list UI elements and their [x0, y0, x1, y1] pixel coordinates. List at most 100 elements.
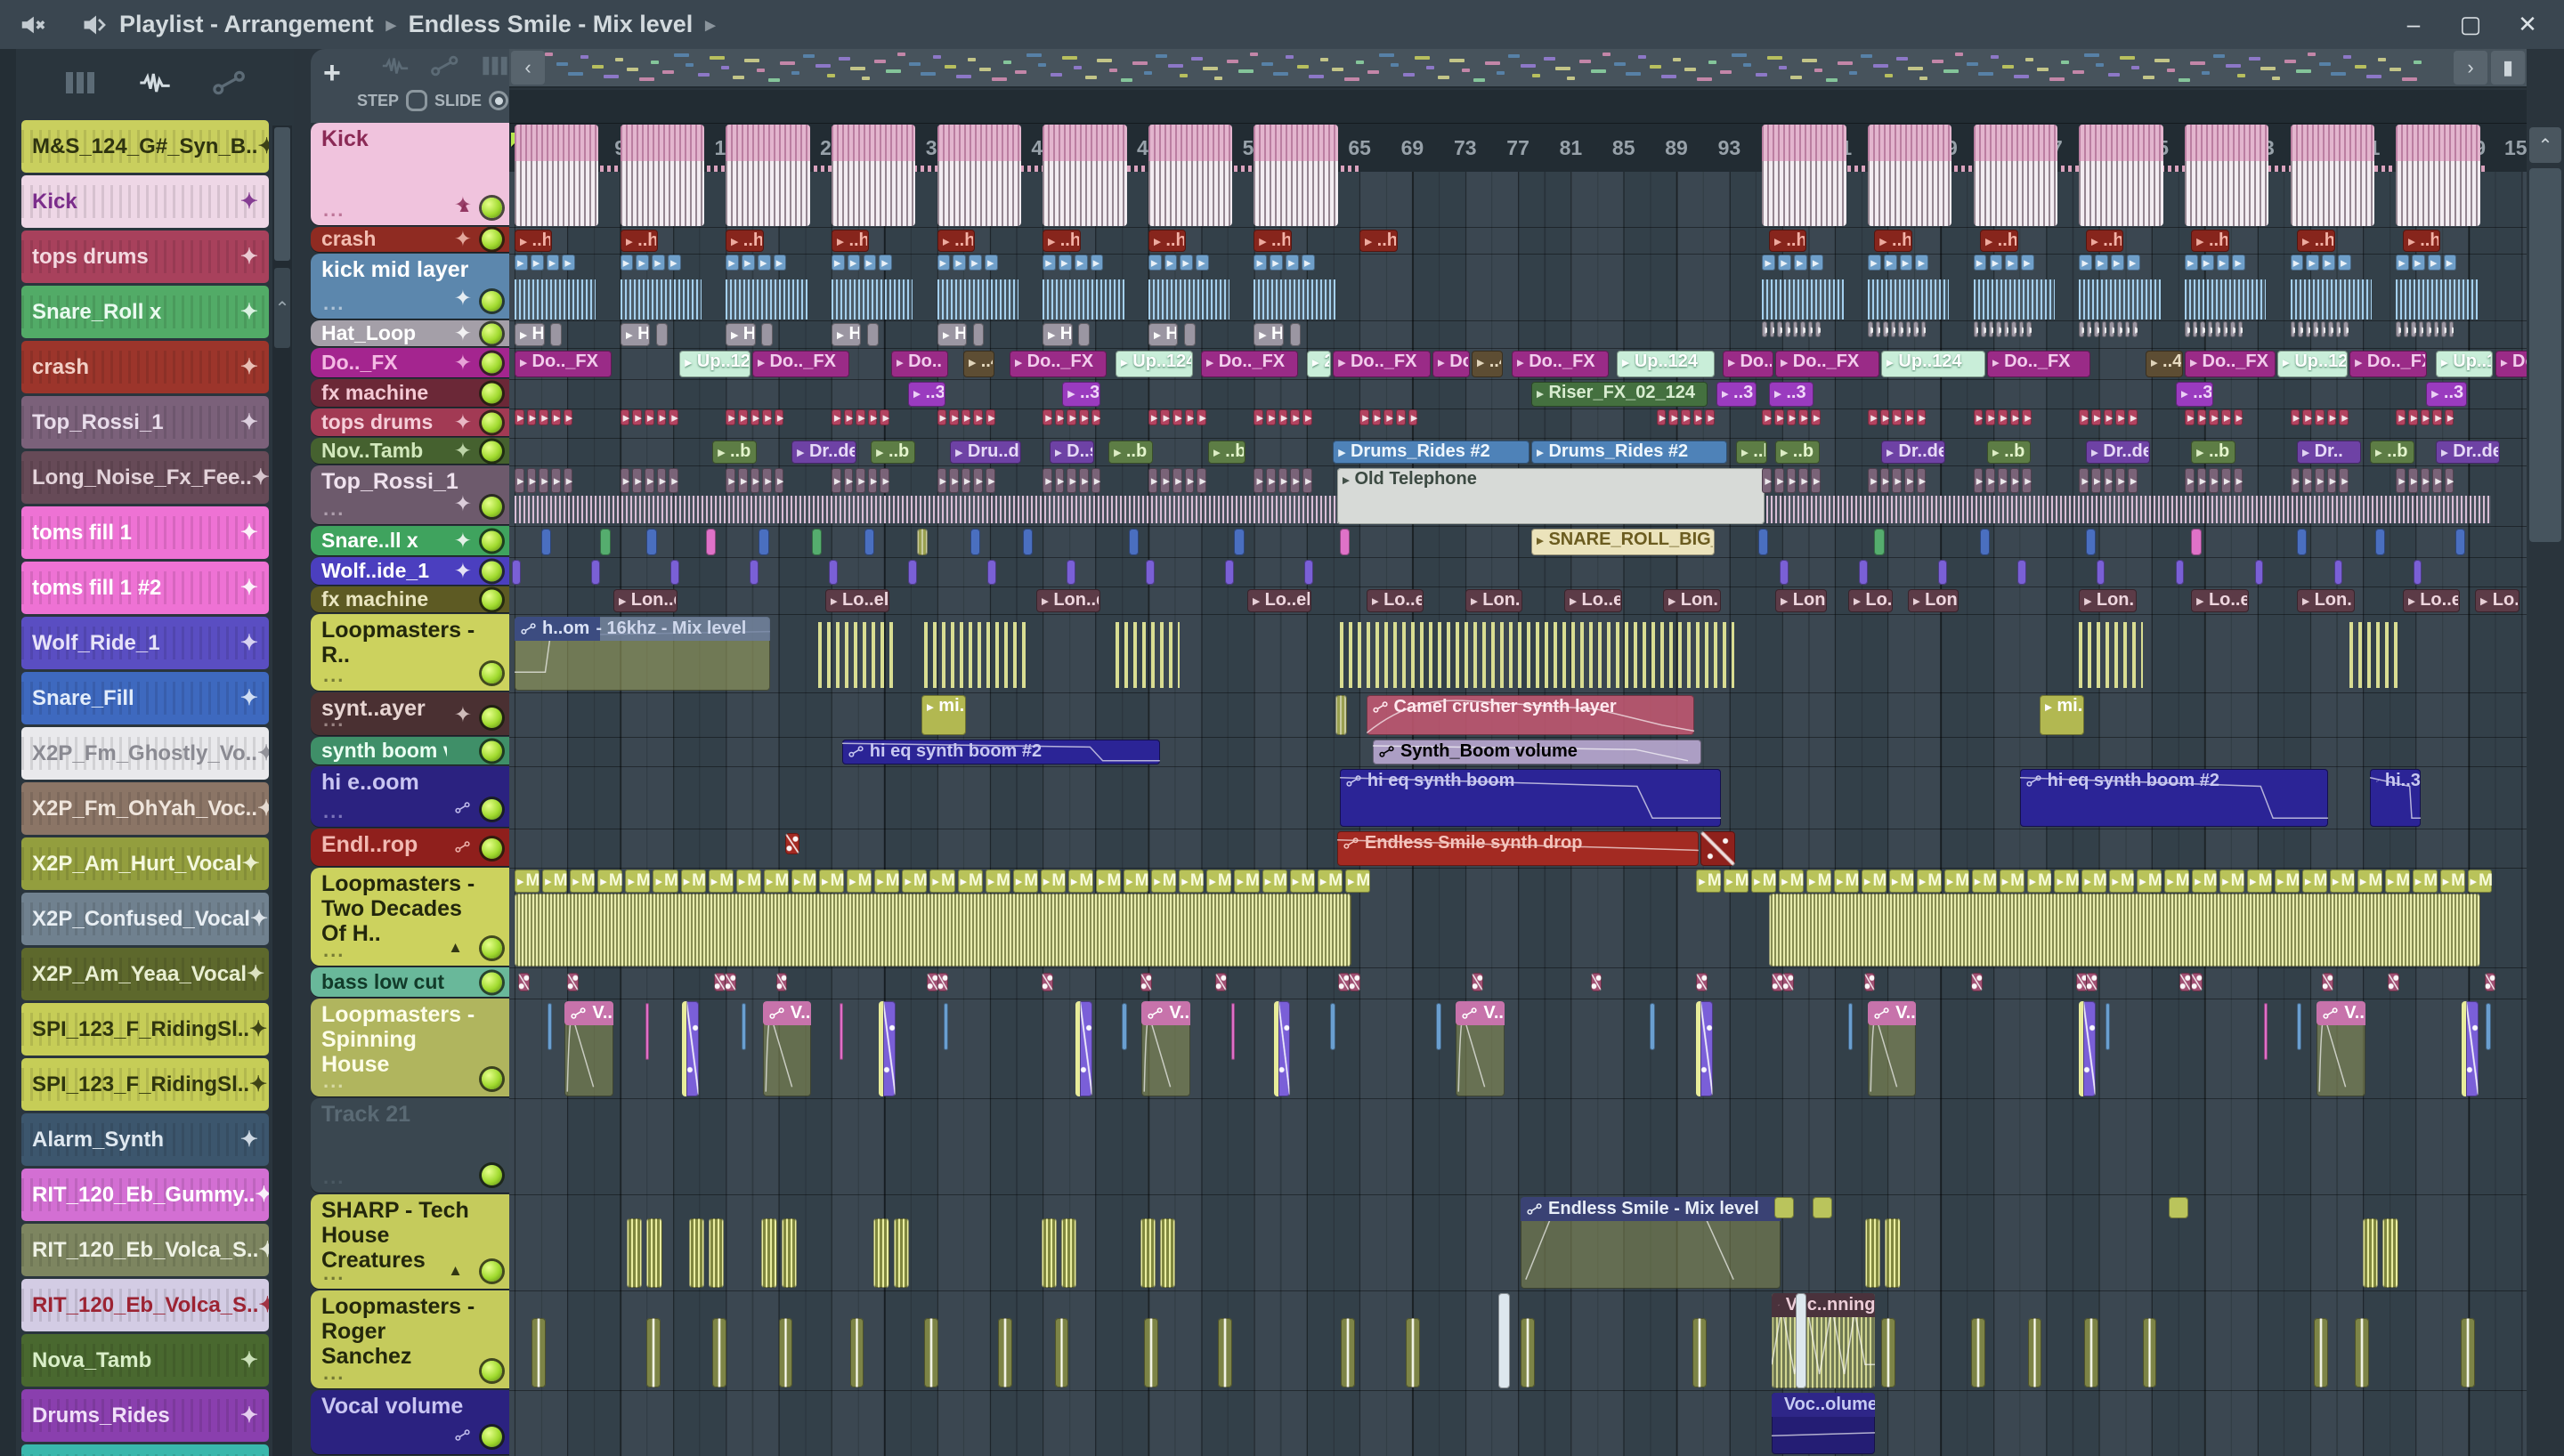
clip-chip[interactable]: ▸ [2407, 409, 2418, 425]
clip-chip[interactable]: ▸ [2427, 255, 2441, 271]
clip-chip[interactable]: ▸ [2200, 321, 2205, 337]
clip-chip[interactable]: ▸ [2328, 321, 2333, 337]
audio-clip[interactable] [1341, 1318, 1356, 1387]
audio-clip[interactable] [1858, 560, 1868, 585]
clip-chip[interactable]: ▸ [953, 255, 967, 271]
clip-chip[interactable]: ▸ [2086, 321, 2092, 337]
audio-clip[interactable]: ▸ ..h [726, 230, 764, 252]
audio-clip[interactable]: ▸ ..h [620, 230, 659, 252]
audio-clip[interactable] [2355, 1318, 2370, 1387]
clip-chip[interactable]: ▸M.. [1151, 870, 1177, 893]
clip-chip[interactable]: ▸ [762, 468, 772, 493]
clip-chip[interactable]: ▸ [1868, 255, 1881, 271]
audio-clip[interactable]: ▸Up..124 [1617, 351, 1715, 377]
audio-clip[interactable] [2297, 529, 2308, 555]
clip-chip[interactable]: ▸ [1290, 409, 1301, 425]
audio-clip[interactable]: ▸Up..124 [2276, 351, 2349, 377]
audio-clip[interactable] [2016, 560, 2026, 585]
clip-chip[interactable]: ▸M.. [1344, 870, 1370, 893]
lane-loopmasters-two-decades-of-h-[interactable]: ▸M..▸M..▸M..▸M..▸M..▸M..▸M..▸M..▸M..▸M..… [509, 868, 2527, 967]
audio-clip[interactable] [1973, 279, 2056, 320]
automation-clip[interactable]: V.. [1456, 1001, 1505, 1096]
audio-clip[interactable]: ▸H.. [1043, 323, 1073, 346]
clip-chip[interactable]: ▸ [937, 468, 947, 493]
track-mute-led[interactable] [482, 708, 502, 728]
clip-chip[interactable]: ▸ [1270, 255, 1284, 271]
clip-chip[interactable]: ▸M.. [763, 870, 789, 893]
clip-chip[interactable]: ▸ [656, 409, 667, 425]
track-mute-led[interactable] [482, 799, 502, 820]
audio-clip[interactable] [1148, 125, 1233, 226]
audio-clip[interactable] [655, 323, 668, 346]
clip-chip[interactable]: ▸ [1286, 255, 1299, 271]
clip-chip[interactable]: ▸ [1904, 409, 1914, 425]
clip-chip[interactable]: ▸ [1985, 409, 1995, 425]
clip-chip[interactable]: ▸M.. [1179, 870, 1205, 893]
clip-chip[interactable]: ▸ [1091, 468, 1101, 493]
clip-chip[interactable]: ▸M.. [515, 870, 540, 893]
audio-clip[interactable] [2363, 1218, 2379, 1288]
clip-chip[interactable]: ▸ [2103, 468, 2114, 493]
audio-clip[interactable] [1066, 560, 1075, 585]
clip-chip[interactable]: ▸ [2326, 409, 2337, 425]
clip-chip[interactable]: ▸ [1985, 468, 1995, 493]
minimize-button[interactable]: – [2390, 7, 2438, 43]
track-header[interactable]: Kick ✦ ▲... [311, 123, 509, 225]
clip-chip[interactable]: ▸ [562, 255, 576, 271]
clip-chip[interactable]: ▸ [563, 468, 573, 493]
clip-chip[interactable]: ▸ [1266, 409, 1276, 425]
clip-chip[interactable]: ▸ [1973, 468, 1984, 493]
audio-clip[interactable] [550, 323, 562, 346]
clip-chip[interactable]: ▸ [1777, 321, 1782, 337]
track-options-dots[interactable]: ... [323, 1070, 345, 1093]
audio-clip[interactable]: ▸Up..124 [1880, 351, 1985, 377]
track-options-dots[interactable]: ... [323, 1262, 345, 1285]
audio-clip[interactable] [1779, 560, 1789, 585]
track-mute-led[interactable] [482, 323, 502, 344]
audio-clip[interactable] [2333, 560, 2343, 585]
clip-chip[interactable]: ▸ [1811, 409, 1821, 425]
audio-clip[interactable] [1128, 529, 1139, 555]
audio-clip[interactable]: ▸H.. [1148, 323, 1179, 346]
clip-chip[interactable]: ▸ [1899, 255, 1913, 271]
audio-clip[interactable]: ▸H.. [831, 323, 862, 346]
clip-chip[interactable]: ▸ [986, 468, 995, 493]
clip-chip[interactable]: ▸ [750, 468, 760, 493]
clip-chip[interactable]: ▸ [1762, 321, 1767, 337]
picker-item[interactable]: Nova_Tamb ✦ [21, 1334, 269, 1387]
audio-clip[interactable] [997, 1318, 1012, 1387]
audio-clip[interactable] [1339, 622, 1734, 688]
clip-chip[interactable]: ▸ [2021, 255, 2034, 271]
breadcrumb-arrangement[interactable]: Endless Smile - Mix level [409, 11, 694, 38]
lane-synth-boom-vol[interactable]: hi eq synth boom #2 Synth_Boom volume [509, 737, 2527, 766]
audio-clip[interactable]: ▸..b [712, 441, 758, 464]
track-mute-led[interactable] [482, 352, 502, 373]
clip-chip[interactable]: ▸ [1762, 468, 1773, 493]
clip-chip[interactable]: ▸ [2215, 321, 2220, 337]
audio-clip[interactable] [2079, 125, 2163, 226]
clip-chip[interactable]: ▸ [1197, 468, 1207, 493]
audio-clip[interactable] [986, 560, 996, 585]
track-mute-led[interactable] [482, 497, 502, 517]
audio-clip[interactable]: ▸Do.._FX [1201, 351, 1299, 377]
clip-chip[interactable]: ▸ [2222, 321, 2228, 337]
picker-item[interactable]: X2P_Am_Hurt_Vocal ✦ [21, 837, 269, 890]
clip-chip[interactable]: ▸ [2079, 255, 2093, 271]
audio-clip[interactable] [864, 529, 875, 555]
audio-clip[interactable] [1349, 973, 1361, 992]
picker-item[interactable]: Drums_Rides ✦ [21, 1389, 269, 1442]
audio-clip[interactable]: ▸ ..3 [2426, 382, 2467, 407]
clip-chip[interactable]: ▸M.. [874, 870, 900, 893]
clip-chip[interactable]: ▸ [831, 255, 845, 271]
clip-chip[interactable]: ▸ [2305, 321, 2311, 337]
scroll-up-button[interactable]: ⌃ [2529, 127, 2561, 163]
clip-chip[interactable]: ▸M.. [542, 870, 568, 893]
audio-clip[interactable] [713, 973, 726, 992]
clip-chip[interactable]: ▸ [726, 255, 740, 271]
clip-chip[interactable]: ▸ [546, 255, 560, 271]
audio-clip[interactable] [1043, 125, 1127, 226]
clip-chip[interactable]: ▸ [1794, 255, 1807, 271]
audio-clip[interactable]: ▸ ..h [515, 230, 553, 252]
audio-clip[interactable] [1406, 1318, 1420, 1387]
clip-chip[interactable]: ▸M.. [2164, 870, 2190, 893]
